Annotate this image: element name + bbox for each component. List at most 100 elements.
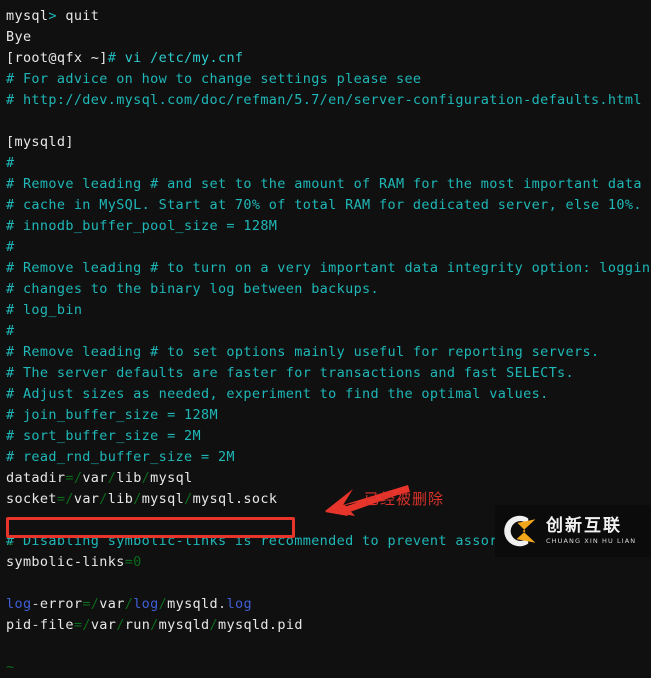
terminal-line: # changes to the binary log between back… [6, 279, 651, 300]
terminal-span: 0 [133, 554, 142, 570]
terminal-span: / [133, 491, 142, 507]
terminal-output: mysql> quit Bye [root@qfx ~]# vi /etc/my.c… [0, 0, 651, 675]
terminal-span: # For advice on how to change settings p… [6, 71, 422, 87]
terminal-line: datadir=/var/lib/mysql [6, 468, 651, 489]
terminal-line: # http://dev.mysql.com/doc/refman/5.7/en… [6, 90, 651, 111]
terminal-span: # [6, 323, 15, 339]
terminal-span: / [90, 596, 100, 612]
terminal-span: # read_rnd_buffer_size = 2M [6, 449, 235, 465]
terminal-line: # read_rnd_buffer_size = 2M [6, 447, 651, 468]
terminal-span: / [99, 491, 108, 507]
terminal-span: # [6, 155, 15, 171]
terminal-line: # The server defaults are faster for tra… [6, 363, 651, 384]
terminal-span: . [218, 596, 227, 612]
terminal-span: var [90, 617, 117, 633]
terminal-span: # http://dev.mysql.com/doc/refman/5.7/en… [6, 92, 642, 108]
terminal-span: mysqld [167, 596, 218, 612]
terminal-span: = [73, 617, 83, 633]
terminal-span: # Remove leading # and set to the amount… [6, 176, 642, 192]
terminal-span: symbolic-links [6, 554, 125, 570]
terminal-span: # cache in MySQL. Start at 70% of total … [6, 197, 642, 213]
terminal-span: quit [56, 8, 100, 24]
terminal-span: log [226, 596, 252, 612]
terminal-span: lib [107, 491, 134, 507]
terminal-span: / [141, 470, 151, 486]
terminal-span: log [6, 596, 32, 612]
terminal-span: # Disabling symbolic-links is recommende… [6, 533, 651, 549]
terminal-span: / [158, 596, 168, 612]
terminal-line: [root@qfx ~]# vi /etc/my.cnf [6, 48, 651, 69]
terminal-line: # Remove leading # to turn on a very imp… [6, 258, 651, 279]
terminal-span: mysqld [158, 617, 210, 633]
terminal-line: # join_buffer_size = 128M [6, 405, 651, 426]
terminal-span: mysql [6, 8, 49, 24]
terminal-span: / [150, 617, 159, 633]
terminal-span: datadir [6, 470, 66, 486]
terminal-line: Bye [6, 27, 651, 48]
terminal-span: = [124, 554, 134, 570]
terminal-line: symbolic-links=0 [6, 552, 651, 573]
terminal-line: # [6, 321, 651, 342]
terminal-span: - [31, 596, 40, 612]
terminal-span: mysql.sock [192, 491, 278, 507]
terminal-line: ~ [6, 657, 651, 678]
terminal-span: # changes to the binary log between back… [6, 281, 380, 297]
terminal-line: socket=/var/lib/mysql/mysql.sock [6, 489, 651, 510]
terminal-span: # innodb_buffer_pool_size = 128M [6, 218, 278, 234]
terminal-span: / [65, 491, 74, 507]
terminal-span: = [82, 596, 91, 612]
terminal-span: var [99, 596, 125, 612]
terminal-span: pid [6, 617, 32, 633]
terminal-line: # For advice on how to change settings p… [6, 69, 651, 90]
terminal-span: run [124, 617, 151, 633]
terminal-span: [mysqld] [6, 134, 74, 150]
terminal-span: mysqld.pid [218, 617, 303, 633]
terminal-span: / [107, 470, 117, 486]
terminal-line: [mysqld] [6, 132, 651, 153]
terminal-line: mysql> quit [6, 6, 651, 27]
terminal-line: # Remove leading # to set options mainly… [6, 342, 651, 363]
terminal-span: > [48, 8, 57, 24]
terminal-span: # Remove leading # to turn on a very imp… [6, 260, 651, 276]
terminal-span: # sort_buffer_size = 2M [6, 428, 201, 444]
terminal-line: # Remove leading # and set to the amount… [6, 174, 651, 195]
terminal-span: # log_bin [6, 302, 83, 318]
terminal-span: / [124, 596, 134, 612]
terminal-span: [root@qfx ~] [6, 50, 108, 66]
terminal-line: log-error=/var/log/mysqld.log [6, 594, 651, 615]
terminal-span: file [39, 617, 74, 633]
terminal-span: vi [116, 50, 151, 66]
terminal-line: # sort_buffer_size = 2M [6, 426, 651, 447]
terminal-span: / [82, 617, 91, 633]
terminal-span: error [39, 596, 83, 612]
terminal-span: # join_buffer_size = 128M [6, 407, 218, 423]
terminal-span: # Adjust sizes as needed, experiment to … [6, 386, 549, 402]
terminal-line: # log_bin [6, 300, 651, 321]
terminal-span: # [107, 50, 117, 66]
terminal-span: mysql [141, 491, 185, 507]
terminal-line: # [6, 153, 651, 174]
terminal-span: /etc/my.cnf [150, 50, 244, 66]
terminal-span: / [209, 617, 219, 633]
terminal-span: # [6, 239, 15, 255]
terminal-span: lib [116, 470, 142, 486]
terminal-span: mysql [150, 470, 193, 486]
terminal-span: = [65, 470, 74, 486]
terminal-line: # innodb_buffer_pool_size = 128M [6, 216, 651, 237]
terminal-span: Bye [6, 29, 32, 45]
terminal-span: - [31, 617, 40, 633]
terminal-line: # cache in MySQL. Start at 70% of total … [6, 195, 651, 216]
terminal-line: # Adjust sizes as needed, experiment to … [6, 384, 651, 405]
terminal-line: pid-file=/var/run/mysqld/mysqld.pid [6, 615, 651, 636]
terminal-span: var [73, 491, 100, 507]
terminal-span: log [133, 596, 159, 612]
terminal-line: # [6, 237, 651, 258]
terminal-span: / [184, 491, 193, 507]
terminal-span: # The server defaults are faster for tra… [6, 365, 575, 381]
terminal-span: ~ [6, 659, 15, 675]
terminal-span: # Remove leading # to set options mainly… [6, 344, 600, 360]
